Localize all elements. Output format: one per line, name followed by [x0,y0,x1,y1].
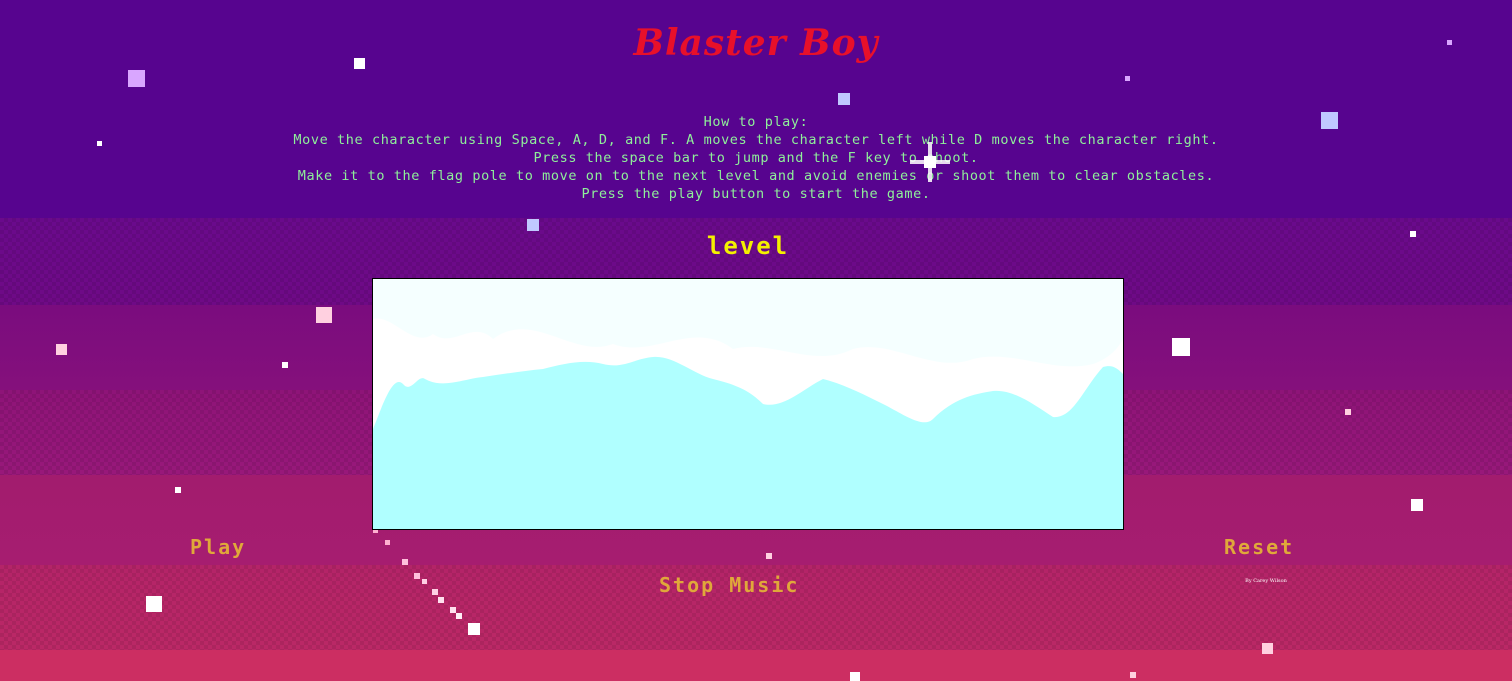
star-icon [1172,338,1190,356]
star-icon [850,672,860,681]
star-icon [282,362,288,368]
instructions-line: Move the character using Space, A, D, an… [293,132,1219,148]
game-canvas[interactable] [372,278,1124,530]
author-credit: By Carey Wilson [1245,578,1287,584]
instructions-line: Make it to the flag pole to move on to t… [297,168,1215,184]
star-icon [1345,409,1351,415]
sparkle-icon [910,142,950,182]
star-icon [527,219,539,231]
star-icon [146,596,162,612]
ice-background [373,279,1123,529]
play-button[interactable]: Play [190,535,246,559]
game-title: Blaster Boy [633,22,879,64]
star-icon [1262,643,1273,654]
reset-button[interactable]: Reset [1224,535,1294,559]
star-icon [1411,499,1423,511]
star-icon [838,93,850,105]
stop-music-button[interactable]: Stop Music [659,573,799,597]
level-label: level [706,232,790,260]
instructions-line: Press the play button to start the game. [581,186,931,202]
star-icon [175,487,181,493]
star-icon [766,553,772,559]
star-icon [56,344,67,355]
star-icon [1125,76,1130,81]
star-icon [128,70,145,87]
instructions: How to play: Move the character using Sp… [0,113,1512,203]
star-icon [1130,672,1136,678]
star-icon [316,307,332,323]
instructions-heading: How to play: [703,114,809,130]
instructions-line: Press the space bar to jump and the F ke… [533,150,979,166]
shooting-star-icon [373,528,480,635]
